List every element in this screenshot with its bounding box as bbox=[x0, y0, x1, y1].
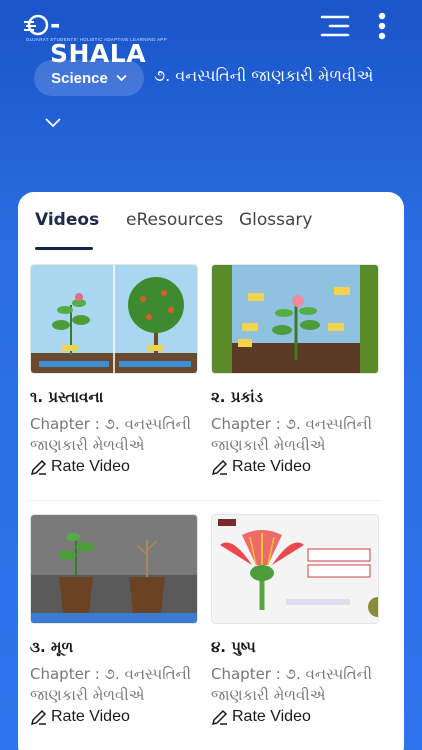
expand-chevron-icon[interactable] bbox=[44, 116, 62, 130]
video-thumbnail[interactable] bbox=[211, 264, 379, 374]
rate-video-button[interactable]: Rate Video bbox=[211, 708, 311, 726]
video-chapter: Chapter : ૭. વનસ્પતિની જાણકારી મેળવીએ bbox=[211, 665, 373, 704]
video-thumbnail[interactable] bbox=[30, 514, 198, 624]
app-logo: -SHALA GUJARAT STUDENTS' HOLISTIC ADAPTI… bbox=[24, 8, 167, 68]
pencil-icon bbox=[211, 459, 228, 475]
video-chapter: Chapter : ૭. વનસ્પતિની જાણકારી મેળવીએ bbox=[211, 415, 373, 454]
subject-label: Science bbox=[51, 69, 108, 87]
rate-video-button[interactable]: Rate Video bbox=[30, 708, 130, 726]
logo-tagline: GUJARAT STUDENTS' HOLISTIC ADAPTIVE LEAR… bbox=[26, 37, 167, 42]
video-card[interactable]: ૩. મૂળ Chapter : ૭. વનસ્પતિની જાણકારી મે… bbox=[30, 514, 198, 744]
rate-video-button[interactable]: Rate Video bbox=[30, 458, 130, 476]
video-card[interactable]: ૪. પુષ્પ Chapter : ૭. વનસ્પતિની જાણકારી … bbox=[211, 514, 379, 744]
active-tab-indicator bbox=[35, 247, 93, 250]
video-thumbnail[interactable] bbox=[30, 264, 198, 374]
tab-eresources[interactable]: eResources bbox=[126, 210, 223, 230]
video-title[interactable]: ૩. મૂળ bbox=[30, 638, 73, 656]
video-card[interactable]: ૨. પ્રકાંડ Chapter : ૭. વનસ્પતિની જાણકાર… bbox=[211, 264, 379, 494]
video-chapter: Chapter : ૭. વનસ્પતિની જાણકારી મેળવીએ bbox=[30, 665, 192, 704]
app-header: -SHALA GUJARAT STUDENTS' HOLISTIC ADAPTI… bbox=[0, 0, 422, 68]
tab-videos[interactable]: Videos bbox=[35, 210, 99, 230]
logo-mark-icon bbox=[24, 14, 49, 36]
chevron-down-icon bbox=[116, 74, 127, 82]
video-card[interactable]: ૧. પ્રસ્તાવના Chapter : ૭. વનસ્પતિની જાણ… bbox=[30, 264, 198, 494]
rate-video-label: Rate Video bbox=[232, 708, 311, 725]
more-vertical-icon[interactable] bbox=[376, 12, 388, 40]
menu-icon[interactable] bbox=[320, 14, 350, 38]
video-title[interactable]: ૪. પુષ્પ bbox=[211, 638, 256, 656]
tab-bar: Videos eResources Glossary bbox=[34, 210, 374, 250]
video-title[interactable]: ૧. પ્રસ્તાવના bbox=[30, 388, 103, 406]
rate-video-label: Rate Video bbox=[51, 458, 130, 475]
chapter-title: ૭. વનસ્પતિની જાણકારી મેળવીએ bbox=[154, 66, 374, 85]
rate-video-label: Rate Video bbox=[51, 708, 130, 725]
rate-video-button[interactable]: Rate Video bbox=[211, 458, 311, 476]
pencil-icon bbox=[30, 709, 47, 725]
pencil-icon bbox=[211, 709, 228, 725]
subject-dropdown[interactable]: Science bbox=[34, 60, 144, 96]
video-thumbnail[interactable] bbox=[211, 514, 379, 624]
video-title[interactable]: ૨. પ્રકાંડ bbox=[211, 388, 263, 406]
tab-glossary[interactable]: Glossary bbox=[239, 210, 312, 230]
video-chapter: Chapter : ૭. વનસ્પતિની જાણકારી મેળવીએ bbox=[30, 415, 192, 454]
rate-video-label: Rate Video bbox=[232, 458, 311, 475]
pencil-icon bbox=[30, 459, 47, 475]
row-divider bbox=[28, 500, 382, 501]
content-card: Videos eResources Glossary ૧. પ્રસ્તાવના… bbox=[18, 192, 404, 750]
